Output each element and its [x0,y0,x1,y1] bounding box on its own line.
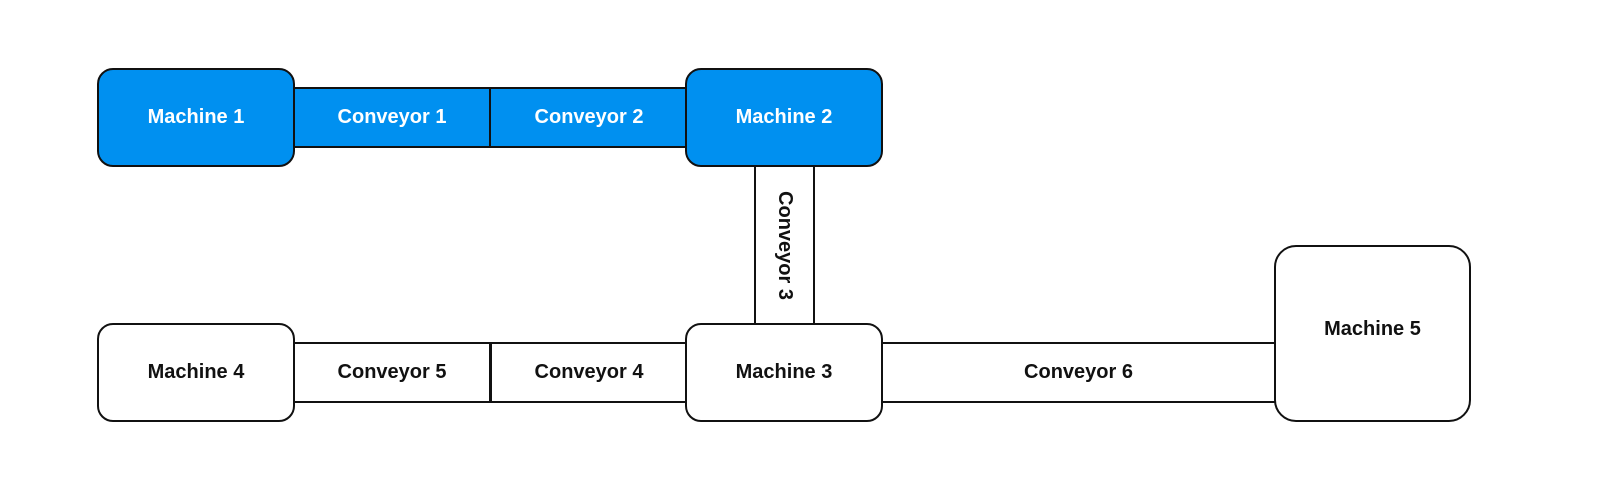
conveyor-4: Conveyor 4 [489,342,689,403]
machine-2: Machine 2 [685,68,883,167]
machine-4-label: Machine 4 [147,361,245,383]
conveyor-1: Conveyor 1 [292,87,492,148]
conveyor-4-label: Conveyor 4 [534,361,644,383]
machine-1-label: Machine 1 [147,106,245,128]
machine-3-label: Machine 3 [735,361,833,383]
conveyor-6: Conveyor 6 [880,342,1277,403]
conveyor-3-label: Conveyor 3 [774,190,796,300]
machine-5: Machine 5 [1274,245,1471,422]
conveyor-6-label: Conveyor 6 [1024,361,1133,383]
conveyor-5-label: Conveyor 5 [337,361,447,383]
conveyor-1-label: Conveyor 1 [337,106,447,128]
conveyor-5: Conveyor 5 [292,342,492,403]
machine-2-label: Machine 2 [735,106,833,128]
machine-5-label: Machine 5 [1324,318,1421,340]
conveyor-2-label: Conveyor 2 [534,106,644,128]
machine-1: Machine 1 [97,68,295,167]
conveyor-3: Conveyor 3 [754,164,815,326]
machine-3: Machine 3 [685,323,883,422]
conveyor-2: Conveyor 2 [489,87,689,148]
machine-4: Machine 4 [97,323,295,422]
